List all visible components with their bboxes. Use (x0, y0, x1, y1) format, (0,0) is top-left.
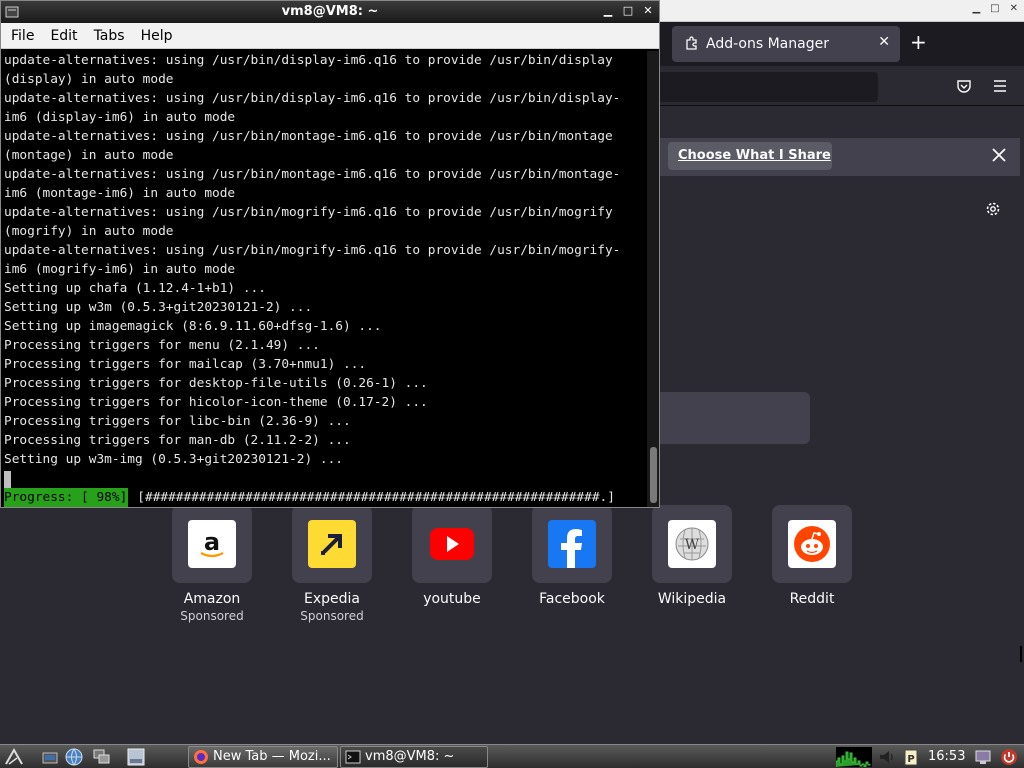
new-tab-icon[interactable]: + (910, 32, 927, 52)
terminal-line: Setting up w3m (0.5.3+git20230121-2) ... (4, 300, 313, 315)
progress-bar-text: [#######################################… (137, 490, 615, 505)
maximize-icon[interactable]: □ (621, 4, 635, 18)
pocket-icon[interactable] (956, 78, 972, 94)
maximize-icon[interactable]: □ (990, 3, 999, 14)
menu-tabs[interactable]: Tabs (86, 23, 133, 48)
progress-label: Progress: [ 98%] (4, 488, 129, 507)
close-icon[interactable] (990, 146, 1008, 164)
sponsored-label: Sponsored (300, 609, 364, 623)
terminal-window[interactable]: vm8@VM8: ~ ▁ □ ✕ File Edit Tabs Help upd… (0, 0, 660, 508)
terminal-line: update-alternatives: using /usr/bin/mont… (4, 129, 613, 144)
text-cursor-icon (1020, 646, 1024, 662)
svg-text:P: P (907, 754, 914, 765)
top-site-label: Expedia (304, 591, 360, 607)
menu-file[interactable]: File (3, 23, 42, 48)
terminal-line: update-alternatives: using /usr/bin/disp… (4, 53, 613, 68)
taskbar: New Tab — Mozi... vm8@VM8: ~ P 16:53 (0, 744, 1024, 768)
taskbar-item-label: New Tab — Mozi... (213, 749, 331, 764)
clock[interactable]: 16:53 (928, 747, 965, 767)
apt-progress-bar: Progress: [ 98%] [######################… (4, 488, 615, 507)
minimize-icon[interactable]: ▁ (601, 4, 615, 18)
clipboard-icon[interactable]: P (902, 748, 920, 766)
taskbar-item-terminal[interactable]: vm8@VM8: ~ (340, 746, 488, 768)
window-list-icon[interactable] (126, 747, 146, 767)
menu-edit[interactable]: Edit (42, 23, 85, 48)
minimize-icon[interactable]: ▁ (972, 3, 980, 14)
terminal-line: update-alternatives: using /usr/bin/mogr… (4, 205, 613, 220)
terminal-line: Setting up chafa (1.12.4-1+b1) ... (4, 281, 266, 296)
terminal-line: update-alternatives: using /usr/bin/mogr… (4, 243, 621, 258)
workspace-switcher-icon[interactable] (92, 747, 112, 767)
top-sites: a Amazon Sponsored Expedia Sponsored you… (172, 505, 872, 635)
reddit-icon (788, 520, 836, 568)
puzzle-icon (686, 36, 697, 50)
terminal-line: im6 (display-im6) in auto mode (4, 110, 236, 125)
taskbar-item-firefox[interactable]: New Tab — Mozi... (188, 746, 338, 768)
power-icon[interactable] (1000, 748, 1018, 766)
screen-lock-icon[interactable] (974, 748, 992, 766)
terminal-line: Processing triggers for hicolor-icon-the… (4, 395, 428, 410)
terminal-line: Processing triggers for man-db (2.11.2-2… (4, 433, 351, 448)
firefox-window-controls: ▁ □ ✕ (972, 3, 1018, 14)
firefox-icon (194, 750, 208, 764)
terminal-line: im6 (montage-im6) in auto mode (4, 186, 236, 201)
taskbar-item-label: vm8@VM8: ~ (365, 749, 455, 764)
top-site-reddit[interactable]: Reddit (772, 505, 852, 607)
browser-globe-icon[interactable] (64, 747, 84, 767)
show-desktop-icon[interactable] (40, 747, 60, 767)
hamburger-menu-icon[interactable] (992, 78, 1008, 94)
cpu-monitor-graph (836, 747, 872, 767)
menu-help[interactable]: Help (133, 23, 181, 48)
terminal-line: Setting up w3m-img (0.5.3+git20230121-2)… (4, 452, 343, 467)
terminal-line: update-alternatives: using /usr/bin/disp… (4, 91, 621, 106)
tab-close-icon[interactable]: ✕ (878, 34, 890, 50)
volume-icon[interactable] (878, 748, 896, 766)
tab-label: Add-ons Manager (706, 36, 829, 52)
top-site-amazon[interactable]: a Amazon Sponsored (172, 505, 252, 623)
close-icon[interactable]: ✕ (641, 4, 655, 18)
expedia-icon (308, 520, 356, 568)
gear-icon[interactable] (984, 200, 1002, 218)
close-icon[interactable]: ✕ (1010, 3, 1018, 14)
top-site-label: Amazon (183, 591, 241, 607)
terminal-menubar: File Edit Tabs Help (1, 23, 659, 49)
top-site-expedia[interactable]: Expedia Sponsored (292, 505, 372, 623)
svg-text:a: a (204, 528, 220, 556)
terminal-icon (345, 750, 361, 764)
top-site-label: youtube (423, 591, 481, 607)
terminal-window-controls: ▁ □ ✕ (601, 4, 655, 18)
top-site-facebook[interactable]: Facebook (532, 505, 612, 607)
youtube-icon (428, 520, 476, 568)
terminal-line: (mogrify) in auto mode (4, 224, 174, 239)
amazon-icon: a (188, 520, 236, 568)
terminal-line: update-alternatives: using /usr/bin/mont… (4, 167, 621, 182)
tab-addons-manager[interactable]: Add-ons Manager ✕ (672, 26, 900, 62)
wikipedia-icon: W (668, 520, 716, 568)
start-menu-icon[interactable] (4, 747, 24, 767)
terminal-scrollbar[interactable] (647, 51, 659, 507)
top-site-youtube[interactable]: youtube (412, 505, 492, 607)
terminal-line: Processing triggers for mailcap (3.70+nm… (4, 357, 367, 372)
sponsored-label: Sponsored (180, 609, 244, 623)
window-title: vm8@VM8: ~ (281, 4, 379, 19)
top-site-label: Facebook (539, 591, 605, 607)
svg-text:W: W (685, 537, 700, 553)
terminal-line: Setting up imagemagick (8:6.9.11.60+dfsg… (4, 319, 382, 334)
top-site-label: Reddit (789, 591, 835, 607)
terminal-line: (montage) in auto mode (4, 148, 174, 163)
scrollbar-thumb[interactable] (650, 447, 657, 503)
terminal-titlebar[interactable]: vm8@VM8: ~ ▁ □ ✕ (1, 1, 659, 23)
terminal-output[interactable]: update-alternatives: using /usr/bin/disp… (1, 51, 647, 507)
terminal-line: im6 (mogrify-im6) in auto mode (4, 262, 236, 277)
terminal-line: Processing triggers for desktop-file-uti… (4, 376, 428, 391)
terminal-line: (display) in auto mode (4, 72, 174, 87)
top-site-label: Wikipedia (657, 591, 727, 607)
terminal-line: Processing triggers for libc-bin (2.36-9… (4, 414, 351, 429)
top-site-wikipedia[interactable]: W Wikipedia (652, 505, 732, 607)
terminal-cursor (4, 471, 11, 488)
facebook-icon (548, 520, 596, 568)
choose-what-i-share-button[interactable]: Choose What I Share (668, 142, 832, 170)
terminal-line: Processing triggers for menu (2.1.49) ..… (4, 338, 320, 353)
